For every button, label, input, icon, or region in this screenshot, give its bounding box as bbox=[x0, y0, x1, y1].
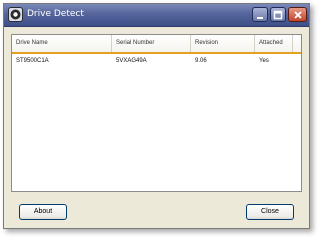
column-header-attached[interactable]: Attached bbox=[255, 35, 293, 52]
close-icon bbox=[293, 10, 302, 19]
list-header: Drive Name Serial Number Revision Attach… bbox=[12, 35, 301, 54]
close-window-button[interactable] bbox=[288, 7, 307, 22]
close-button[interactable]: Close bbox=[246, 204, 294, 220]
list-item[interactable]: ST9500C1A 5VXAG49A 9.06 Yes bbox=[12, 56, 301, 66]
column-header-drive-name[interactable]: Drive Name bbox=[12, 35, 112, 52]
column-header-revision[interactable]: Revision bbox=[191, 35, 255, 52]
maximize-icon bbox=[273, 10, 283, 19]
about-button[interactable]: About bbox=[19, 204, 67, 220]
app-icon bbox=[8, 7, 23, 22]
column-header-serial-number[interactable]: Serial Number bbox=[112, 35, 191, 52]
minimize-button[interactable] bbox=[252, 7, 268, 22]
window-title: Drive Detect bbox=[27, 9, 84, 19]
revision-cell: 9.06 bbox=[195, 58, 207, 64]
title-bar[interactable]: Drive Detect bbox=[4, 4, 309, 27]
serial-number-cell: 5VXAG49A bbox=[116, 58, 147, 64]
drive-detect-window: Drive Detect Drive Name Serial Number Re… bbox=[3, 3, 310, 229]
maximize-button[interactable] bbox=[270, 7, 286, 22]
attached-cell: Yes bbox=[259, 58, 269, 64]
minimize-icon bbox=[257, 16, 263, 19]
drive-name-cell: ST9500C1A bbox=[16, 58, 49, 64]
drive-list[interactable]: Drive Name Serial Number Revision Attach… bbox=[11, 34, 302, 192]
